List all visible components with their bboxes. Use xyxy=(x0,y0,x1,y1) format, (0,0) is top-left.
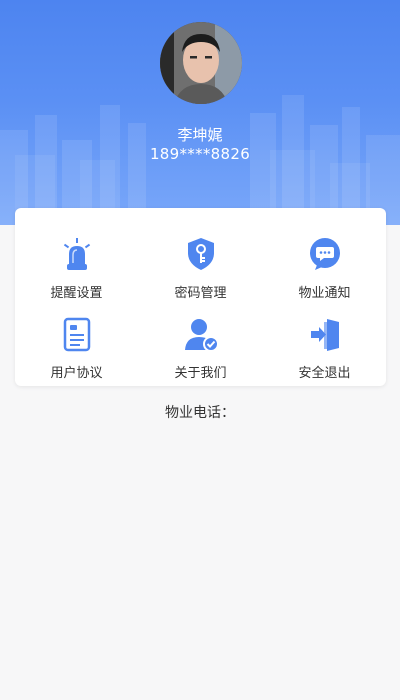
document-icon xyxy=(63,317,91,352)
password-management-button[interactable]: 密码管理 xyxy=(139,220,262,301)
chat-bubble-icon xyxy=(310,238,340,270)
menu-card: 提醒设置 密码管理 物业通知 用户协议 关于我们 安全退出 xyxy=(15,208,386,386)
user-verified-icon xyxy=(185,319,219,352)
safe-logout-button[interactable]: 安全退出 xyxy=(263,300,386,381)
property-notice-button[interactable]: 物业通知 xyxy=(263,220,386,301)
about-us-button[interactable]: 关于我们 xyxy=(139,300,262,381)
user-agreement-button[interactable]: 用户协议 xyxy=(15,300,138,381)
shield-key-icon xyxy=(188,238,214,270)
safe-logout-label: 安全退出 xyxy=(298,366,351,381)
property-phone-label: 物业电话： xyxy=(165,405,235,421)
property-notice-label: 物业通知 xyxy=(298,286,351,301)
profile-header: 李坤娓 189****8826 xyxy=(0,0,400,225)
user-avatar[interactable] xyxy=(160,22,242,104)
reminder-settings-button[interactable]: 提醒设置 xyxy=(15,220,138,301)
password-management-label: 密码管理 xyxy=(174,286,227,301)
about-us-label: 关于我们 xyxy=(174,366,227,381)
alarm-light-icon xyxy=(63,238,91,270)
exit-door-icon xyxy=(311,319,339,351)
user-name: 李坤娓 xyxy=(177,126,223,144)
user-agreement-label: 用户协议 xyxy=(50,366,103,381)
user-phone: 189****8826 xyxy=(149,145,251,163)
reminder-settings-label: 提醒设置 xyxy=(50,286,103,301)
